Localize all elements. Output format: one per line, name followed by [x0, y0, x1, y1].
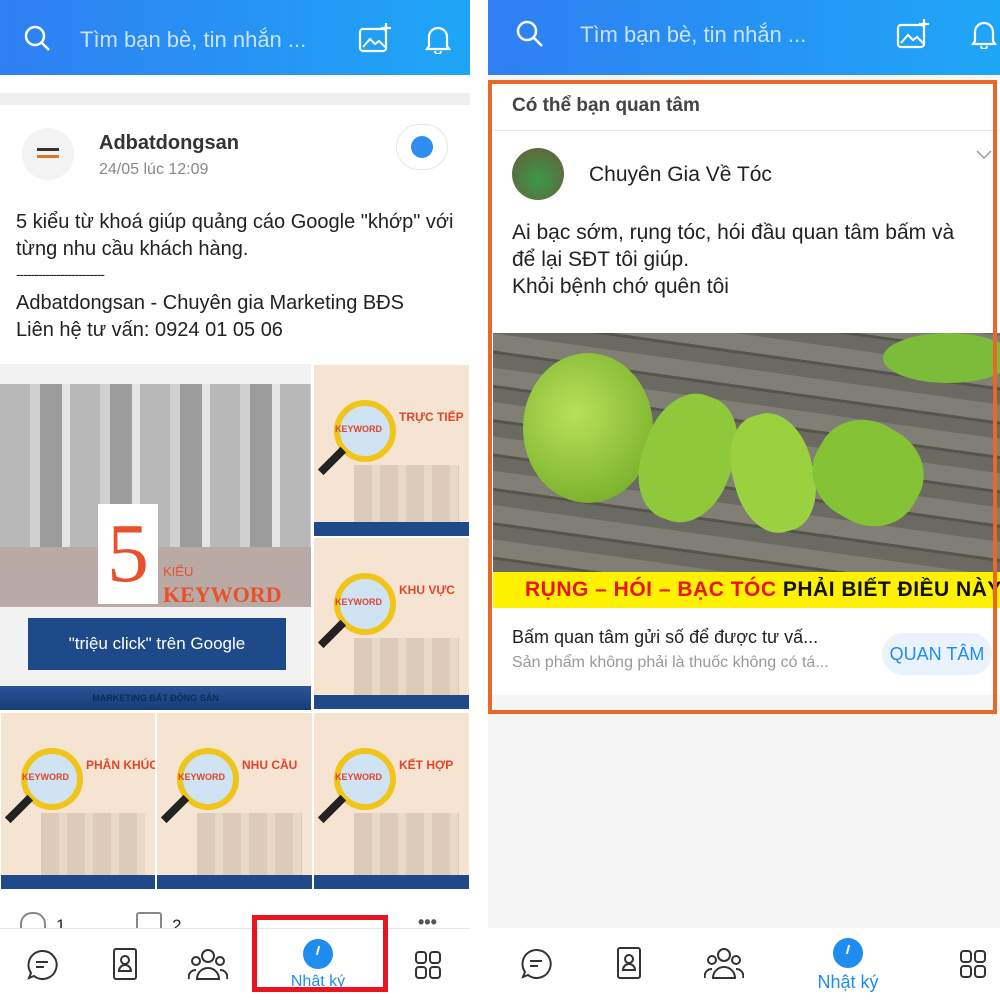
tile-title: TRỰC TIẾP [399, 410, 464, 424]
bell-icon[interactable] [425, 24, 451, 54]
groups-icon[interactable] [704, 946, 744, 980]
right-screen: Tìm bạn bè, tin nhắn ... Có thể bạn quan… [488, 0, 1000, 1000]
top-bar: Tìm bạn bè, tin nhắn ... [0, 0, 470, 75]
highlight-box [488, 80, 997, 714]
message-button[interactable] [396, 124, 448, 170]
post-text-line: Liên hệ tư vấn: 0924 01 05 06 [16, 319, 283, 341]
contacts-icon[interactable] [616, 946, 642, 980]
post-image-tile[interactable]: KEYWORD TRỰC TIẾP [313, 364, 470, 537]
left-screen: Tìm bạn bè, tin nhắn ... Adbatdongsan 24… [0, 0, 470, 1000]
post-text-line: ------------------------ [16, 266, 105, 282]
search-input[interactable]: Tìm bạn bè, tin nhắn ... [80, 27, 306, 53]
post-image-main[interactable]: 5 KIỂU KEYWORD "triệu click" trên Google… [0, 364, 311, 710]
groups-icon[interactable] [188, 947, 228, 981]
add-photo-icon[interactable] [896, 18, 930, 50]
post-text-line: 5 kiểu từ khoá giúp quảng cáo Google "kh… [16, 211, 454, 233]
post-image-tile[interactable]: KEYWORD PHÂN KHÚC [0, 712, 156, 890]
tile-title: KHU VỰC [399, 583, 455, 597]
bell-icon[interactable] [971, 19, 997, 49]
image-number: 5 [98, 504, 158, 604]
image-banner: "triệu click" trên Google [28, 618, 286, 670]
post-time: 24/05 lúc 12:09 [99, 161, 209, 178]
messages-icon[interactable] [520, 948, 552, 980]
timeline-clock-icon[interactable] [833, 938, 863, 968]
highlight-box [252, 915, 388, 992]
post-author[interactable]: Adbatdongsan [99, 132, 239, 155]
add-photo-icon[interactable] [358, 22, 392, 54]
more-apps-icon[interactable] [960, 950, 986, 978]
post-image-tile[interactable]: KEYWORD KẾT HỢP [313, 712, 470, 890]
bottom-nav: Nhật ký [0, 928, 470, 1000]
post-text-line: Adbatdongsan - Chuyên gia Marketing BĐS [16, 292, 405, 314]
tile-title: NHU CẦU [242, 758, 298, 772]
image-footer: MARKETING BẤT ĐỘNG SẢN [0, 686, 311, 710]
image-text: KEYWORD [163, 582, 282, 607]
post-text-line: từng nhu cầu khách hàng. [16, 238, 249, 260]
search-icon[interactable] [24, 25, 50, 51]
tile-title: KẾT HỢP [399, 758, 454, 772]
contacts-icon[interactable] [112, 947, 138, 981]
image-text: KIỂU [163, 564, 194, 579]
post-image-tile[interactable]: KEYWORD KHU VỰC [313, 537, 470, 710]
tile-title: PHÂN KHÚC [86, 758, 156, 772]
post-image-tile[interactable]: KEYWORD NHU CẦU [156, 712, 313, 890]
nav-timeline-label[interactable]: Nhật ký [817, 972, 878, 993]
divider [0, 93, 470, 105]
top-bar: Tìm bạn bè, tin nhắn ... [488, 0, 1000, 75]
messages-icon[interactable] [26, 949, 58, 981]
avatar[interactable] [22, 128, 74, 180]
search-icon[interactable] [516, 20, 544, 48]
chat-icon [411, 136, 433, 158]
more-apps-icon[interactable] [415, 951, 441, 979]
bottom-nav: Nhật ký [488, 928, 1000, 1000]
search-input[interactable]: Tìm bạn bè, tin nhắn ... [580, 22, 806, 48]
